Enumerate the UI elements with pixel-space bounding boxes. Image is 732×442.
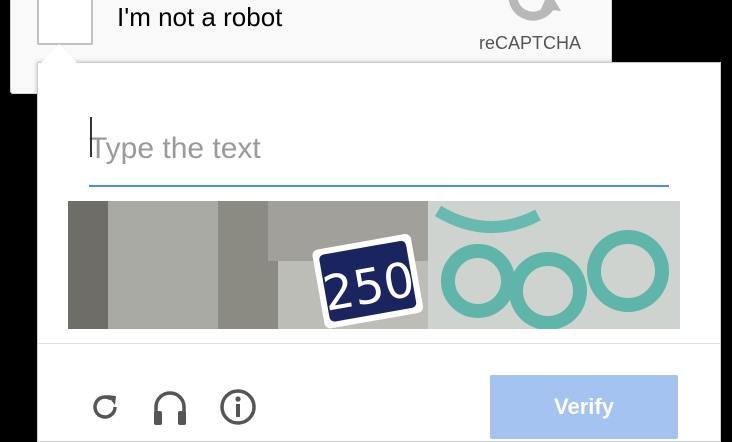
headphones-icon[interactable] — [150, 387, 190, 427]
footer-divider — [38, 343, 720, 344]
popup-arrow — [41, 44, 77, 63]
not-a-robot-checkbox[interactable] — [37, 0, 93, 45]
reload-icon[interactable] — [85, 387, 125, 427]
captcha-text-input[interactable] — [89, 113, 669, 187]
captcha-image: 250 — [68, 201, 680, 329]
recaptcha-logo-text: reCAPTCHA — [479, 33, 582, 53]
challenge-popup: 250 Verify — [37, 44, 721, 442]
text-cursor — [90, 117, 92, 157]
checkbox-label: I'm not a robot — [117, 2, 283, 32]
recaptcha-logo-icon — [508, 0, 561, 21]
info-icon[interactable] — [218, 387, 258, 427]
verify-button[interactable]: Verify — [490, 375, 678, 439]
captcha-photo: 250 — [68, 201, 680, 329]
